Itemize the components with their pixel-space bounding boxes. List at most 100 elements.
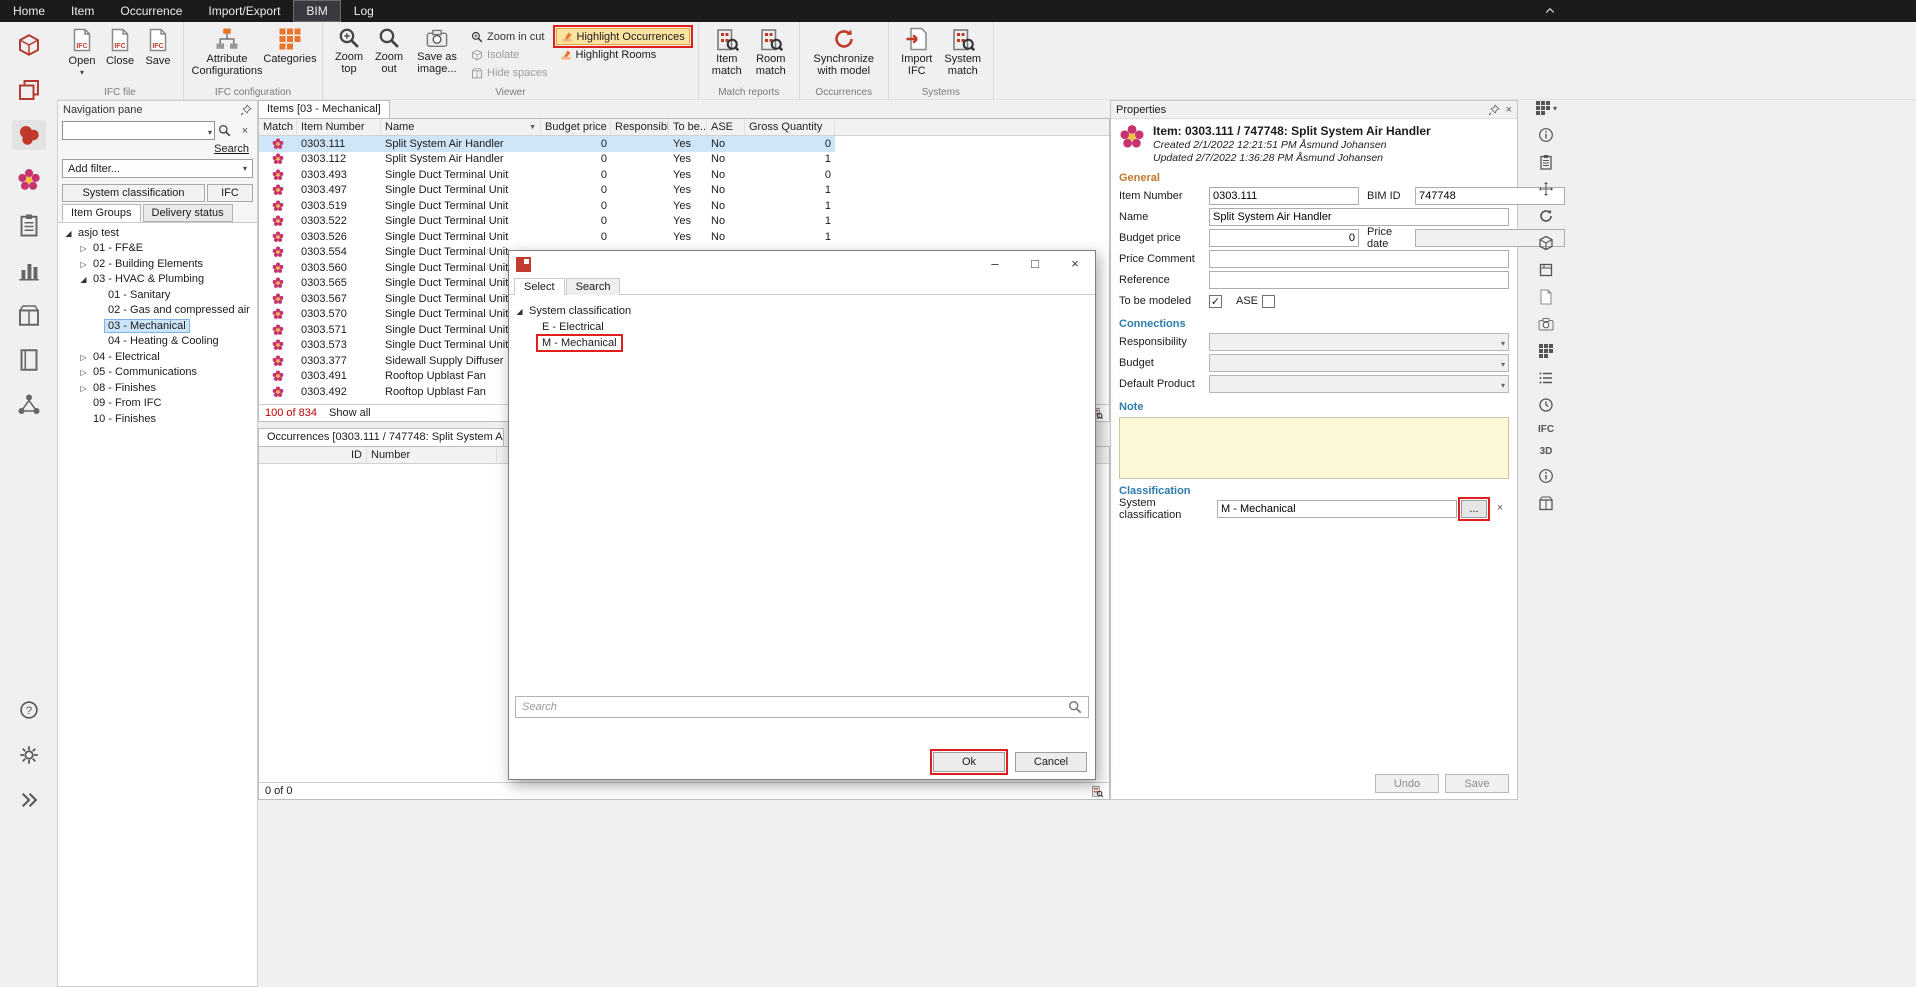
budget-select[interactable]: ▾ [1209, 354, 1509, 372]
expand-chevrons-icon[interactable] [12, 785, 46, 815]
menu-home[interactable]: Home [0, 0, 58, 22]
item-match-button[interactable]: Item match [706, 24, 748, 80]
items-tab[interactable]: Items [03 - Mechanical] [258, 100, 390, 118]
highlight-rooms-toggle[interactable]: Highlight Rooms [556, 46, 690, 63]
budget-price-field[interactable] [1209, 229, 1359, 247]
import-ifc-button[interactable]: Import IFC [896, 24, 938, 80]
model-panel-icon[interactable] [1538, 495, 1554, 511]
properties-form-icon[interactable] [1538, 154, 1554, 170]
dialog-titlebar[interactable]: – □ × [509, 251, 1095, 277]
tree-item[interactable]: 10 - Finishes [58, 411, 257, 427]
tree-item[interactable]: asjo test [58, 225, 257, 241]
open-button[interactable]: IFC Open ▾ [64, 24, 100, 81]
list-panel-icon[interactable] [1538, 370, 1554, 386]
add-filter-button[interactable]: Add filter... ▾ [62, 159, 253, 178]
column-header-id[interactable]: ID [259, 447, 367, 463]
Single Duct Terminal Unit[interactable]: 0303.493 Single Duct Terminal Unit 0 Yes… [259, 167, 835, 183]
menu-bim[interactable]: BIM [293, 0, 340, 22]
tab-select[interactable]: Select [514, 278, 565, 295]
package-panel-icon[interactable] [1538, 262, 1554, 278]
tree-item[interactable]: 04 - Electrical [58, 349, 257, 365]
tree-item[interactable]: 05 - Communications [58, 365, 257, 381]
pin-icon[interactable] [240, 104, 252, 116]
Split System Air Handler[interactable]: 0303.111 Split System Air Handler 0 Yes … [259, 136, 835, 152]
tree-item[interactable]: 09 - From IFC [58, 396, 257, 412]
reference-field[interactable] [1209, 271, 1509, 289]
dialog-tree-item-electrical[interactable]: E - Electrical [509, 319, 1095, 335]
synchronize-with-model-button[interactable]: Synchronize with model [807, 24, 881, 80]
box-module-icon[interactable] [12, 300, 46, 330]
ok-button[interactable]: Ok [933, 752, 1005, 772]
dialog-tree-item-mechanical[interactable]: M - Mechanical [509, 335, 1095, 351]
column-header-number[interactable]: Number [367, 447, 497, 463]
pin-icon[interactable] [1488, 104, 1500, 116]
tree-arrow-icon[interactable] [77, 366, 90, 378]
tree-item[interactable]: 04 - Heating & Cooling [58, 334, 257, 350]
tree-item[interactable]: 01 - Sanitary [58, 287, 257, 303]
clipboard-module-icon[interactable] [12, 210, 46, 240]
threed-panel-label[interactable]: 3D [1540, 446, 1553, 457]
column-header-match[interactable]: Match [259, 119, 297, 135]
note-textarea[interactable] [1119, 417, 1509, 479]
system-classification-field[interactable] [1217, 500, 1457, 518]
save-button[interactable]: Save [1445, 774, 1509, 793]
tree-arrow-icon[interactable] [77, 382, 90, 394]
Single Duct Terminal Unit[interactable]: 0303.519 Single Duct Terminal Unit 0 Yes… [259, 198, 835, 214]
document-panel-icon[interactable] [1538, 289, 1554, 305]
close-panel-icon[interactable]: × [1506, 104, 1512, 116]
history-panel-icon[interactable] [1538, 397, 1554, 413]
menu-import-export[interactable]: Import/Export [195, 0, 293, 22]
default-product-select[interactable]: ▾ [1209, 375, 1509, 393]
open-dropdown-caret-icon[interactable]: ▾ [80, 69, 84, 78]
close-icon[interactable]: × [1055, 251, 1095, 277]
tree-arrow-icon[interactable] [77, 273, 90, 285]
items-module-icon[interactable] [12, 120, 46, 150]
zoom-out-button[interactable]: Zoom out [370, 24, 408, 78]
hide-spaces-button[interactable]: Hide spaces [467, 64, 552, 81]
system-match-button[interactable]: System match [940, 24, 986, 80]
menu-occurrence[interactable]: Occurrence [107, 0, 195, 22]
combo-caret-icon[interactable]: ▾ [208, 128, 212, 137]
tab-search[interactable]: Search [566, 278, 621, 295]
column-header-gross-quantity[interactable]: Gross Quantity [745, 119, 835, 135]
ase-checkbox[interactable] [1262, 295, 1275, 308]
layout-select-icon[interactable]: ▾ [1535, 100, 1557, 116]
maximize-icon[interactable]: □ [1015, 251, 1055, 277]
info-panel-icon-2[interactable] [1538, 468, 1554, 484]
attribute-configurations-button[interactable]: Attribute Configurations [191, 24, 263, 80]
browse-classification-button[interactable]: ... [1461, 500, 1487, 518]
collapse-ribbon-icon[interactable] [1544, 5, 1556, 17]
column-header-to-be[interactable]: To be... [669, 119, 707, 135]
dialog-search-input[interactable] [522, 701, 1068, 713]
tree-item[interactable]: 02 - Gas and compressed air [58, 303, 257, 319]
ifc-panel-label[interactable]: IFC [1538, 424, 1554, 435]
rotate-tool-icon[interactable] [1538, 208, 1554, 224]
Single Duct Terminal Unit[interactable]: 0303.522 Single Duct Terminal Unit 0 Yes… [259, 214, 835, 230]
price-comment-field[interactable] [1209, 250, 1509, 268]
column-header-responsibility[interactable]: Responsibility [611, 119, 669, 135]
menu-item[interactable]: Item [58, 0, 107, 22]
search-link[interactable]: Search [58, 142, 257, 157]
highlight-occurrences-toggle[interactable]: Highlight Occurrences [556, 28, 690, 45]
model-cube-icon[interactable] [12, 30, 46, 60]
close-button[interactable]: IFC Close [102, 24, 138, 70]
table-panel-icon[interactable] [1538, 343, 1554, 359]
zoom-in-cut-button[interactable]: Zoom in cut [467, 28, 552, 45]
ifc-button[interactable]: IFC [207, 184, 253, 202]
save-as-image-button[interactable]: Save as image... [410, 24, 464, 78]
search-icon[interactable] [1068, 700, 1082, 714]
info-panel-icon[interactable] [1538, 127, 1554, 143]
show-all-link[interactable]: Show all [329, 407, 371, 419]
isolate-button[interactable]: Isolate [467, 46, 552, 63]
cube-view-icon[interactable] [1538, 235, 1554, 251]
tree-item[interactable]: 08 - Finishes [58, 380, 257, 396]
network-module-icon[interactable] [12, 390, 46, 420]
chart-module-icon[interactable] [12, 255, 46, 285]
book-module-icon[interactable] [12, 345, 46, 375]
tree-item[interactable]: 01 - FF&E [58, 241, 257, 257]
help-icon[interactable] [12, 695, 46, 725]
tree-item[interactable]: 03 - Mechanical [58, 318, 257, 334]
save-button[interactable]: IFC Save [140, 24, 176, 70]
column-header-budget-price[interactable]: Budget price [541, 119, 611, 135]
tree-arrow-icon[interactable] [77, 351, 90, 363]
